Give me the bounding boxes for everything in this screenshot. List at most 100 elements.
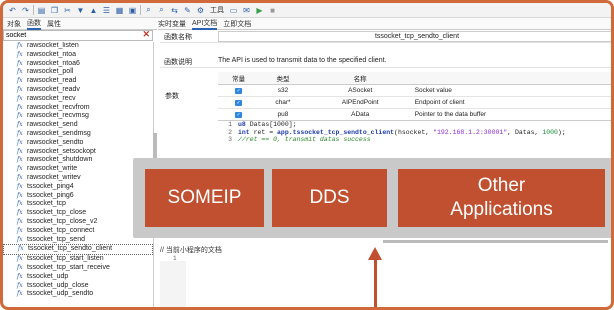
function-name: rawsocket_listen [27, 42, 79, 49]
doc-icon[interactable]: ▤ [36, 5, 47, 16]
name-label: 函数名称 [164, 34, 192, 41]
play-icon[interactable]: ▶ [254, 5, 265, 16]
tab-functions[interactable]: 函数 [27, 18, 41, 30]
function-list-item[interactable]: fx rawsocket_poll [3, 68, 153, 77]
function-name: tssocket_tcp [27, 200, 66, 208]
function-list-item[interactable]: fx rawsocket_recv [3, 95, 153, 104]
tools-menu[interactable]: 工具 [208, 5, 226, 16]
function-name: tssocket_udp_sendto [27, 290, 94, 298]
table-row: ✓ pu8 AData Pointer to the data buffer [218, 108, 611, 121]
function-list-item[interactable]: fx rawsocket_ntoa6 [3, 60, 153, 69]
function-name: rawsocket_recvmsg [27, 112, 89, 120]
search-input[interactable] [6, 32, 141, 39]
code-function: app.tssocket_tcp_sendto_client [277, 128, 395, 136]
function-icon: fx [17, 68, 23, 76]
checkbox-icon[interactable]: ✓ [235, 112, 243, 118]
folder-icon[interactable]: ▭ [228, 5, 239, 16]
arrow-shaft [374, 258, 377, 307]
function-name: tssocket_ping4 [27, 182, 74, 190]
param-desc: Socket value [413, 84, 611, 97]
param-desc: Endpoint of client [413, 96, 611, 109]
pen-icon[interactable]: ✎ [182, 5, 193, 16]
function-name: rawsocket_read [27, 77, 77, 85]
horizontal-scrollbar[interactable] [383, 240, 608, 243]
function-list-item[interactable]: fx tssocket_tcp_sendto_client [3, 244, 153, 256]
function-list-item[interactable]: fx tssocket_udp_sendto [3, 290, 153, 299]
tab-api-docs[interactable]: API文档 [192, 18, 218, 30]
function-list-item[interactable]: fx tssocket_tcp_close_v2 [3, 218, 153, 227]
cut-icon[interactable]: ✂ [62, 5, 73, 16]
params-label: 参数 [165, 93, 179, 100]
function-list-item[interactable]: fx tssocket_tcp_connect [3, 227, 153, 236]
redo-icon[interactable]: ↷ [20, 5, 31, 16]
list-icon[interactable]: ☰ [101, 5, 112, 16]
function-icon: fx [17, 94, 23, 102]
undo-icon[interactable]: ↶ [7, 5, 18, 16]
function-icon: fx [17, 290, 23, 298]
function-list-item[interactable]: fx tssocket_tcp_start_receive [3, 264, 153, 273]
const-checkbox[interactable]: ✓ [218, 108, 260, 121]
line-number: 3 [228, 136, 232, 143]
tab-immediate-docs[interactable]: 立即文档 [223, 19, 251, 29]
function-list-item[interactable]: fx tssocket_tcp_close [3, 209, 153, 218]
const-checkbox[interactable]: ✓ [218, 96, 260, 109]
checkbox-icon[interactable]: ✓ [235, 100, 243, 106]
function-list-item[interactable]: fx tssocket_ping4 [3, 183, 153, 192]
function-icon: fx [17, 235, 23, 243]
function-name: tssocket_udp [27, 272, 69, 280]
code-keyword: int [238, 128, 250, 136]
chart-icon[interactable]: ▦ [114, 5, 125, 16]
function-name: tssocket_ping6 [27, 191, 74, 199]
function-list-item[interactable]: fx rawsocket_setsockopt [3, 148, 153, 157]
function-list-item[interactable]: fx rawsocket_write [3, 165, 153, 174]
function-list-item[interactable]: fx rawsocket_ntoa [3, 51, 153, 60]
clear-search-icon[interactable]: ✕ [142, 29, 150, 40]
someip-box: SOMEIP [145, 169, 264, 227]
tab-live-variables[interactable]: 实时变量 [158, 19, 186, 29]
function-list-item[interactable]: fx tssocket_tcp_start_listen [3, 255, 153, 264]
checkbox-icon[interactable]: ✓ [235, 88, 243, 94]
mail-icon[interactable]: ✉ [241, 5, 252, 16]
function-list-item[interactable]: fx rawsocket_recvfrom [3, 104, 153, 113]
search2-icon[interactable]: ⌕ [156, 5, 167, 16]
function-list-item[interactable]: fx rawsocket_writev [3, 174, 153, 183]
function-name: rawsocket_sendto [27, 138, 84, 146]
function-list-item[interactable]: fx tssocket_tcp [3, 200, 153, 209]
param-desc: Pointer to the data buffer [413, 108, 611, 121]
line-number: 1 [173, 255, 177, 262]
function-list-item[interactable]: fx rawsocket_shutdown [3, 156, 153, 165]
function-list-item[interactable]: fx rawsocket_read [3, 77, 153, 86]
function-list-item[interactable]: fx rawsocket_listen [3, 42, 153, 51]
line-number: 2 [228, 128, 232, 136]
code-editor[interactable]: 1 u8 Datas[1000]; 2 int ret = app.tssock… [218, 120, 611, 163]
function-icon: fx [17, 85, 23, 93]
arrow-down-icon[interactable]: ▼ [75, 5, 86, 16]
search-icon[interactable]: ⌕ [143, 5, 154, 16]
tab-properties[interactable]: 属性 [47, 19, 61, 29]
function-list-item[interactable]: fx tssocket_udp [3, 273, 153, 282]
function-list-item[interactable]: fx tssocket_tcp_send [3, 236, 153, 245]
function-name: rawsocket_readv [27, 85, 80, 93]
function-list-item[interactable]: fx rawsocket_sendmsg [3, 130, 153, 139]
const-checkbox[interactable]: ✓ [218, 84, 260, 97]
function-list-item[interactable]: fx tssocket_udp_close [3, 282, 153, 291]
function-list-item[interactable]: fx rawsocket_send [3, 121, 153, 130]
code-text: (hsocket, [394, 128, 434, 136]
editor-gutter [160, 261, 186, 307]
stop-icon[interactable]: ■ [267, 5, 278, 16]
function-name: rawsocket_writev [27, 173, 81, 181]
copy-icon[interactable]: ❐ [49, 5, 60, 16]
function-list-item[interactable]: fx tssocket_ping6 [3, 192, 153, 201]
arrow-up-icon[interactable]: ▲ [88, 5, 99, 16]
doc2-icon[interactable]: ▣ [127, 5, 138, 16]
function-list-item[interactable]: fx rawsocket_readv [3, 86, 153, 95]
name-value: tssocket_tcp_sendto_client [218, 31, 611, 42]
function-name: rawsocket_shutdown [27, 156, 93, 164]
function-icon: fx [17, 129, 23, 137]
gear-icon[interactable]: ⚙ [195, 5, 206, 16]
function-list-item[interactable]: fx rawsocket_sendto [3, 139, 153, 148]
tab-objects[interactable]: 对象 [7, 19, 21, 29]
function-list-item[interactable]: fx rawsocket_recvmsg [3, 112, 153, 121]
replace-icon[interactable]: ⇆ [169, 5, 180, 16]
code-text: Datas[1000]; [245, 121, 297, 128]
